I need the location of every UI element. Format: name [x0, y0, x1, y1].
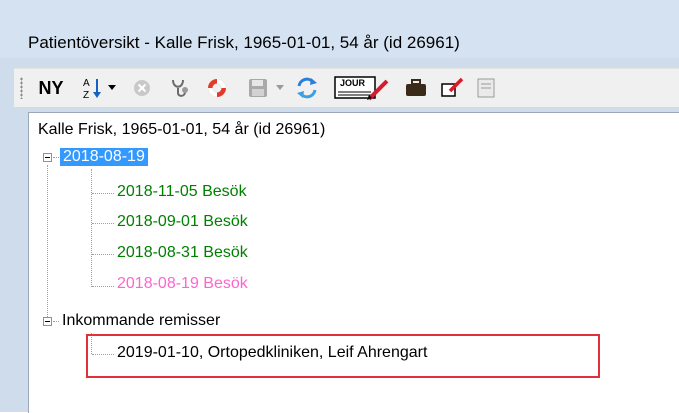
tree-connector — [53, 321, 59, 322]
extra-toolbar-button[interactable] — [473, 75, 499, 101]
tree-connector — [53, 157, 59, 158]
cancel-circle-icon — [134, 80, 150, 96]
cancel-button[interactable] — [129, 75, 155, 101]
tree-connector — [91, 169, 92, 287]
tree-connector — [47, 165, 48, 317]
journal-label: JOUR — [340, 78, 366, 88]
group-collapse-toggle[interactable] — [43, 317, 52, 326]
briefcase-icon — [406, 79, 426, 96]
toolbar-grip[interactable] — [20, 77, 23, 99]
visit-item[interactable]: 2018-09-01 Besök — [117, 213, 248, 231]
tree-connector — [92, 286, 114, 287]
stethoscope-button[interactable] — [167, 75, 193, 101]
tree-group-referrals[interactable]: Inkommande remisser — [62, 312, 220, 330]
sort-az-icon: A Z — [83, 78, 101, 100]
journal-button[interactable]: JOUR — [332, 75, 392, 101]
highlight-annotation — [86, 334, 600, 378]
edit-note-button[interactable] — [439, 75, 465, 101]
refresh-icon — [297, 77, 317, 99]
help-button[interactable] — [204, 75, 230, 101]
visit-item[interactable]: 2018-11-05 Besök — [117, 183, 247, 201]
save-dropdown-button[interactable] — [274, 75, 286, 101]
visit-item[interactable]: 2018-08-31 Besök — [117, 244, 248, 262]
stethoscope-icon — [172, 79, 188, 97]
svg-text:A: A — [83, 78, 90, 89]
refresh-button[interactable] — [293, 75, 321, 101]
dropdown-arrow-icon — [108, 85, 116, 90]
tree-connector — [92, 193, 114, 194]
window-title: Patientöversikt - Kalle Frisk, 1965-01-0… — [28, 33, 460, 52]
title-bar: Patientöversikt - Kalle Frisk, 1965-01-0… — [0, 0, 679, 58]
sort-dropdown-button[interactable] — [106, 75, 118, 101]
toolbar: NY A Z JOUR — [14, 68, 679, 107]
new-button[interactable]: NY — [36, 75, 66, 101]
lifebuoy-icon — [208, 79, 226, 97]
svg-text:Z: Z — [83, 90, 89, 100]
edit-note-icon — [441, 77, 464, 97]
tree-root[interactable]: Kalle Frisk, 1965-01-01, 54 år (id 26961… — [38, 121, 325, 139]
tree-connector — [92, 223, 114, 224]
save-button[interactable] — [245, 75, 271, 101]
tree-group-visits[interactable]: 2018-08-19 — [60, 148, 148, 166]
dropdown-arrow-icon — [276, 85, 284, 90]
group-collapse-toggle[interactable] — [43, 153, 52, 162]
tree-connector — [92, 254, 114, 255]
sort-az-button[interactable]: A Z — [80, 75, 106, 101]
save-disk-icon — [249, 79, 267, 97]
patient-overview-window: Patientöversikt - Kalle Frisk, 1965-01-0… — [0, 0, 679, 413]
partial-icon — [477, 78, 495, 98]
briefcase-button[interactable] — [403, 75, 429, 101]
visit-item[interactable]: 2018-08-19 Besök — [117, 275, 248, 293]
